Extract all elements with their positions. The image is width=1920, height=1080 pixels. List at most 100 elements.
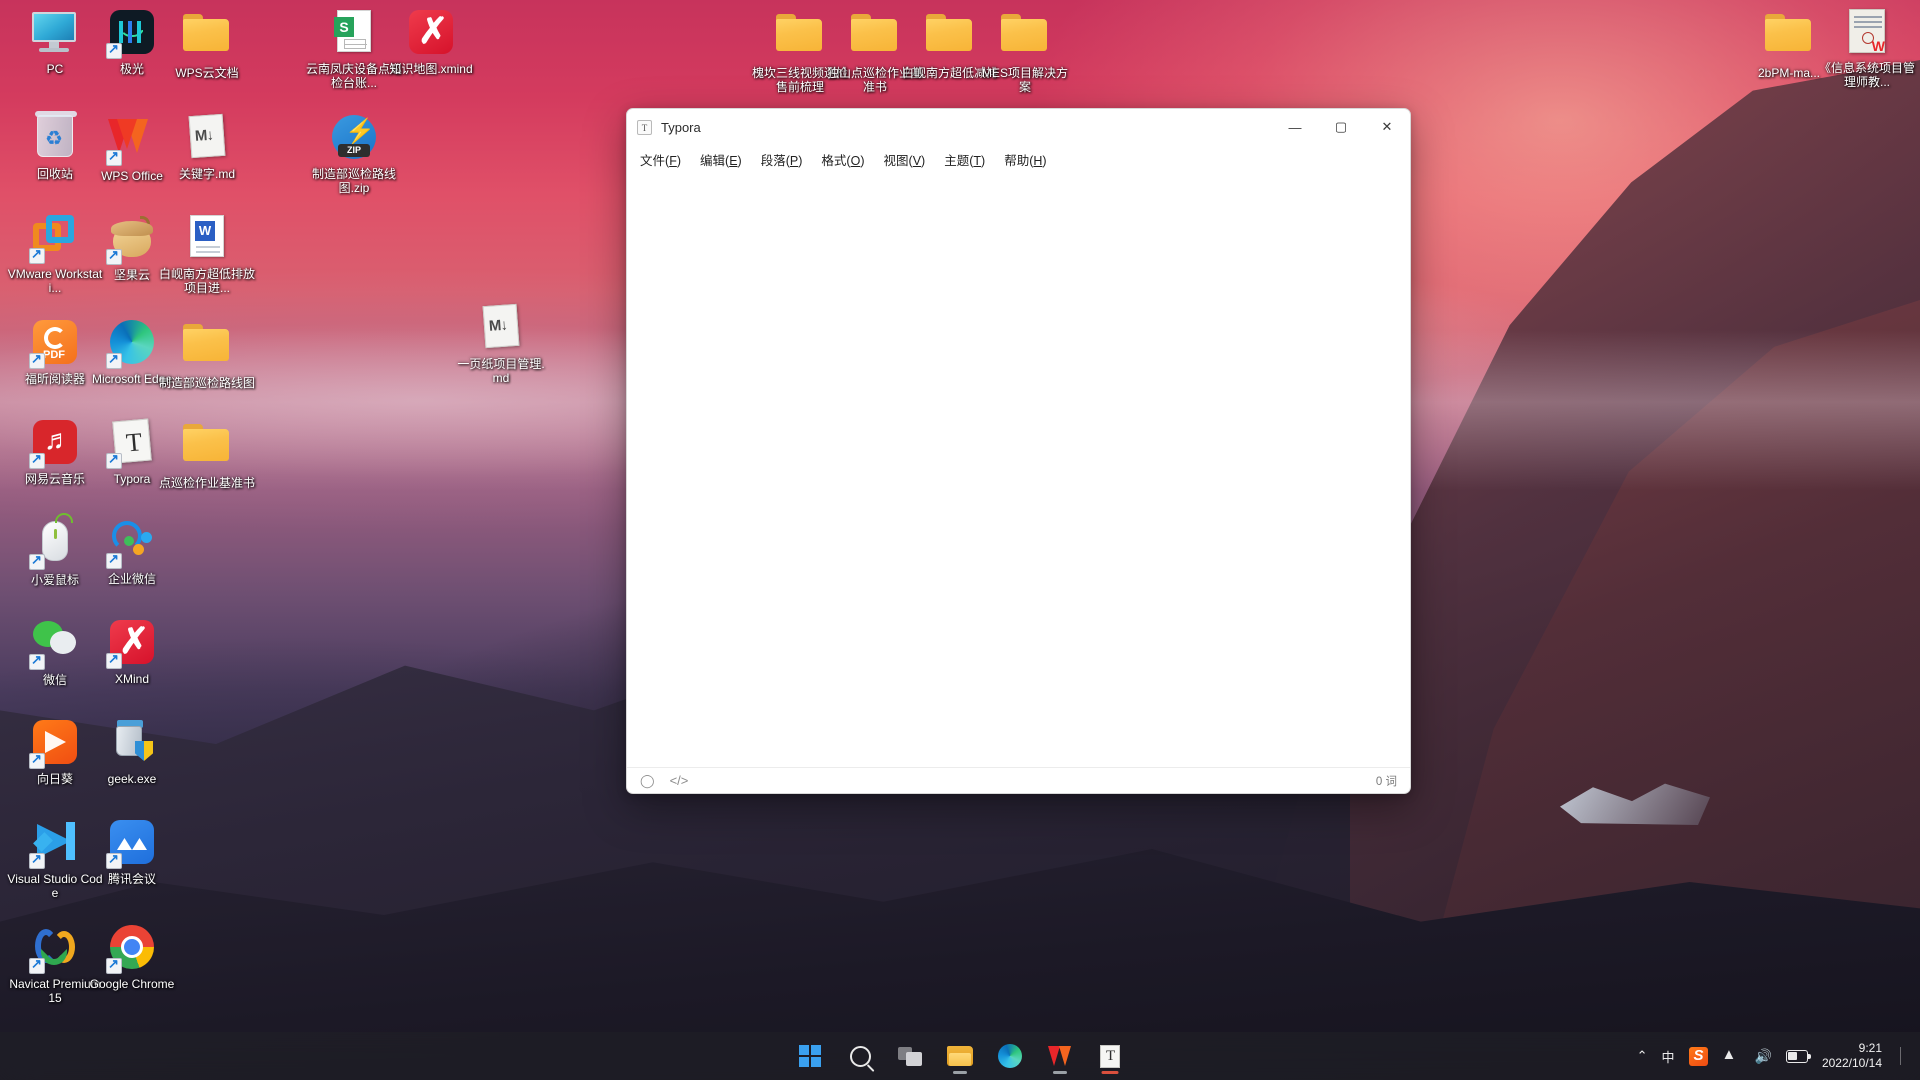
desktop-icon-label: 知识地图.xmind <box>389 62 473 76</box>
mouse-icon <box>29 513 79 570</box>
desktop-icon[interactable]: W 白岘南方超低排放项目进... <box>158 213 256 295</box>
zip-icon <box>330 115 378 163</box>
typora-status-bar[interactable]: ◯ </> 0 词 <box>627 767 1410 793</box>
desktop-icon[interactable]: 企业微信 <box>83 518 181 586</box>
outline-toggle-icon[interactable]: ◯ <box>640 773 655 789</box>
desktop-icon-label: geek.exe <box>107 772 157 786</box>
menu-label: 格式 <box>821 153 847 168</box>
wps-icon <box>106 117 156 166</box>
shortcut-overlay-icon <box>106 247 122 265</box>
search-button[interactable] <box>840 1036 880 1076</box>
edge-button[interactable] <box>990 1036 1030 1076</box>
shortcut-overlay-icon <box>29 851 45 869</box>
wallpaper-snow-patch <box>1560 783 1710 825</box>
folder-icon <box>926 14 974 62</box>
desktop-icon[interactable]: 点巡检作业基准书 <box>158 418 256 490</box>
menu-accelerator: (T) <box>969 153 986 168</box>
netease-icon <box>29 420 79 469</box>
typora-window[interactable]: T Typora — ▢ ✕ 文件(F) 编辑(E) 段落(P) 格式(O) 视图(V)… <box>626 108 1411 794</box>
wps-button[interactable] <box>1040 1036 1080 1076</box>
menu-3[interactable]: 段落(P) <box>759 148 805 171</box>
wallpaper-ridge-front <box>0 849 1920 1080</box>
xmind-icon <box>407 10 455 58</box>
desktop-icon-label: WPS云文档 <box>175 66 239 80</box>
folder-icon <box>947 1045 973 1067</box>
volume-icon[interactable] <box>1755 1048 1772 1065</box>
tray-overflow-chevron-icon[interactable]: ⌃ <box>1637 1048 1648 1064</box>
folder-icon <box>851 14 899 62</box>
shortcut-overlay-icon <box>29 652 45 670</box>
wdoc-icon: W <box>183 215 231 263</box>
system-tray[interactable]: ⌃ 中 9:21 2022/10/14 <box>1637 1032 1920 1080</box>
desktop-icon-label: 关键字.md <box>178 167 235 181</box>
menu-5[interactable]: 视图(V) <box>882 148 928 171</box>
shortcut-overlay-icon <box>29 451 45 469</box>
wallpaper-peak-right-secondary <box>1400 300 1920 1080</box>
desktop[interactable]: PC回收站VMware Workstati...福昕阅读器网易云音乐小爱鼠标微信… <box>0 0 1920 1080</box>
battery-icon[interactable] <box>1785 1049 1811 1063</box>
sogou-input-icon[interactable] <box>1688 1046 1708 1066</box>
navicat-icon <box>29 925 79 974</box>
menu-1[interactable]: 文件(F) <box>638 148 683 171</box>
desktop-icon[interactable]: MES项目解决方案 <box>976 8 1074 94</box>
desktop-icon[interactable]: XMind <box>83 618 181 686</box>
desktop-icon-label: 腾讯会议 <box>107 872 156 886</box>
task-view-button[interactable] <box>890 1036 930 1076</box>
wifi-icon[interactable] <box>1722 1046 1741 1064</box>
desktop-icon[interactable]: 一页纸项目管理.md <box>452 303 550 385</box>
desktop-icon-label: 制造部巡检路线图.zip <box>311 167 396 195</box>
menu-label: 编辑 <box>700 153 726 168</box>
desktop-icon[interactable]: 制造部巡检路线图.zip <box>305 113 403 195</box>
typora-editor-area[interactable] <box>627 173 1410 767</box>
menu-6[interactable]: 主题(T) <box>942 148 987 171</box>
word-count-label[interactable]: 0 词 <box>1376 773 1397 789</box>
desktop-icon[interactable]: 《信息系统项目管理师教... <box>1818 8 1916 89</box>
source-code-mode-icon[interactable]: </> <box>670 773 689 788</box>
desktop-icon[interactable]: geek.exe <box>83 718 181 786</box>
desktop-icon[interactable]: Google Chrome <box>83 923 181 991</box>
shortcut-overlay-icon <box>106 956 122 974</box>
desktop-icon[interactable]: 制造部巡检路线图 <box>158 318 256 390</box>
start-button[interactable] <box>790 1036 830 1076</box>
desktop-icon[interactable]: WPS云文档 <box>158 8 256 80</box>
desktop-icon[interactable]: 关键字.md <box>158 113 256 181</box>
desktop-icon[interactable]: 腾讯会议 <box>83 818 181 886</box>
menu-accelerator: (H) <box>1029 153 1047 168</box>
shortcut-overlay-icon <box>29 351 45 369</box>
minimize-button[interactable]: — <box>1272 109 1318 145</box>
desktop-icon-label: 一页纸项目管理.md <box>457 357 545 385</box>
close-button[interactable]: ✕ <box>1364 109 1410 145</box>
menu-7[interactable]: 帮助(H) <box>1002 148 1048 171</box>
menu-accelerator: (P) <box>785 153 803 168</box>
menu-label: 主题 <box>944 153 970 168</box>
notification-center-button[interactable] <box>1900 1047 1908 1065</box>
menu-label: 段落 <box>760 153 786 168</box>
shortcut-overlay-icon <box>106 851 122 869</box>
typora-taskbar-button[interactable] <box>1090 1036 1130 1076</box>
ime-indicator[interactable]: 中 <box>1661 1047 1674 1066</box>
tencentmeeting-icon <box>106 820 156 869</box>
folder-icon <box>183 324 231 372</box>
md-icon <box>477 303 525 353</box>
maximize-button[interactable]: ▢ <box>1318 109 1364 145</box>
sunflower-icon <box>29 720 79 769</box>
clock-and-date[interactable]: 9:21 2022/10/14 <box>1822 1041 1886 1071</box>
file-explorer-button[interactable] <box>940 1036 980 1076</box>
menu-2[interactable]: 编辑(E) <box>698 148 744 171</box>
menu-4[interactable]: 格式(O) <box>819 148 866 171</box>
typora-menu-bar[interactable]: 文件(F) 编辑(E) 段落(P) 格式(O) 视图(V) 主题(T) 帮助(H) <box>627 145 1410 173</box>
acorn-icon <box>106 216 156 265</box>
shortcut-overlay-icon <box>106 351 122 369</box>
wecom-icon <box>106 520 156 569</box>
typora-title-bar[interactable]: T Typora — ▢ ✕ <box>627 109 1410 145</box>
window-title: Typora <box>661 119 701 135</box>
pdf-icon <box>29 320 79 369</box>
clock-date: 2022/10/14 <box>1821 1056 1882 1070</box>
menu-label: 帮助 <box>1004 153 1030 168</box>
shortcut-overlay-icon <box>106 41 122 59</box>
menu-accelerator: (F) <box>665 153 681 168</box>
edge-icon <box>106 320 156 369</box>
folder-icon <box>1765 14 1813 62</box>
taskbar[interactable]: ⌃ 中 9:21 2022/10/14 <box>0 1032 1920 1080</box>
desktop-icon[interactable]: 知识地图.xmind <box>382 8 480 76</box>
